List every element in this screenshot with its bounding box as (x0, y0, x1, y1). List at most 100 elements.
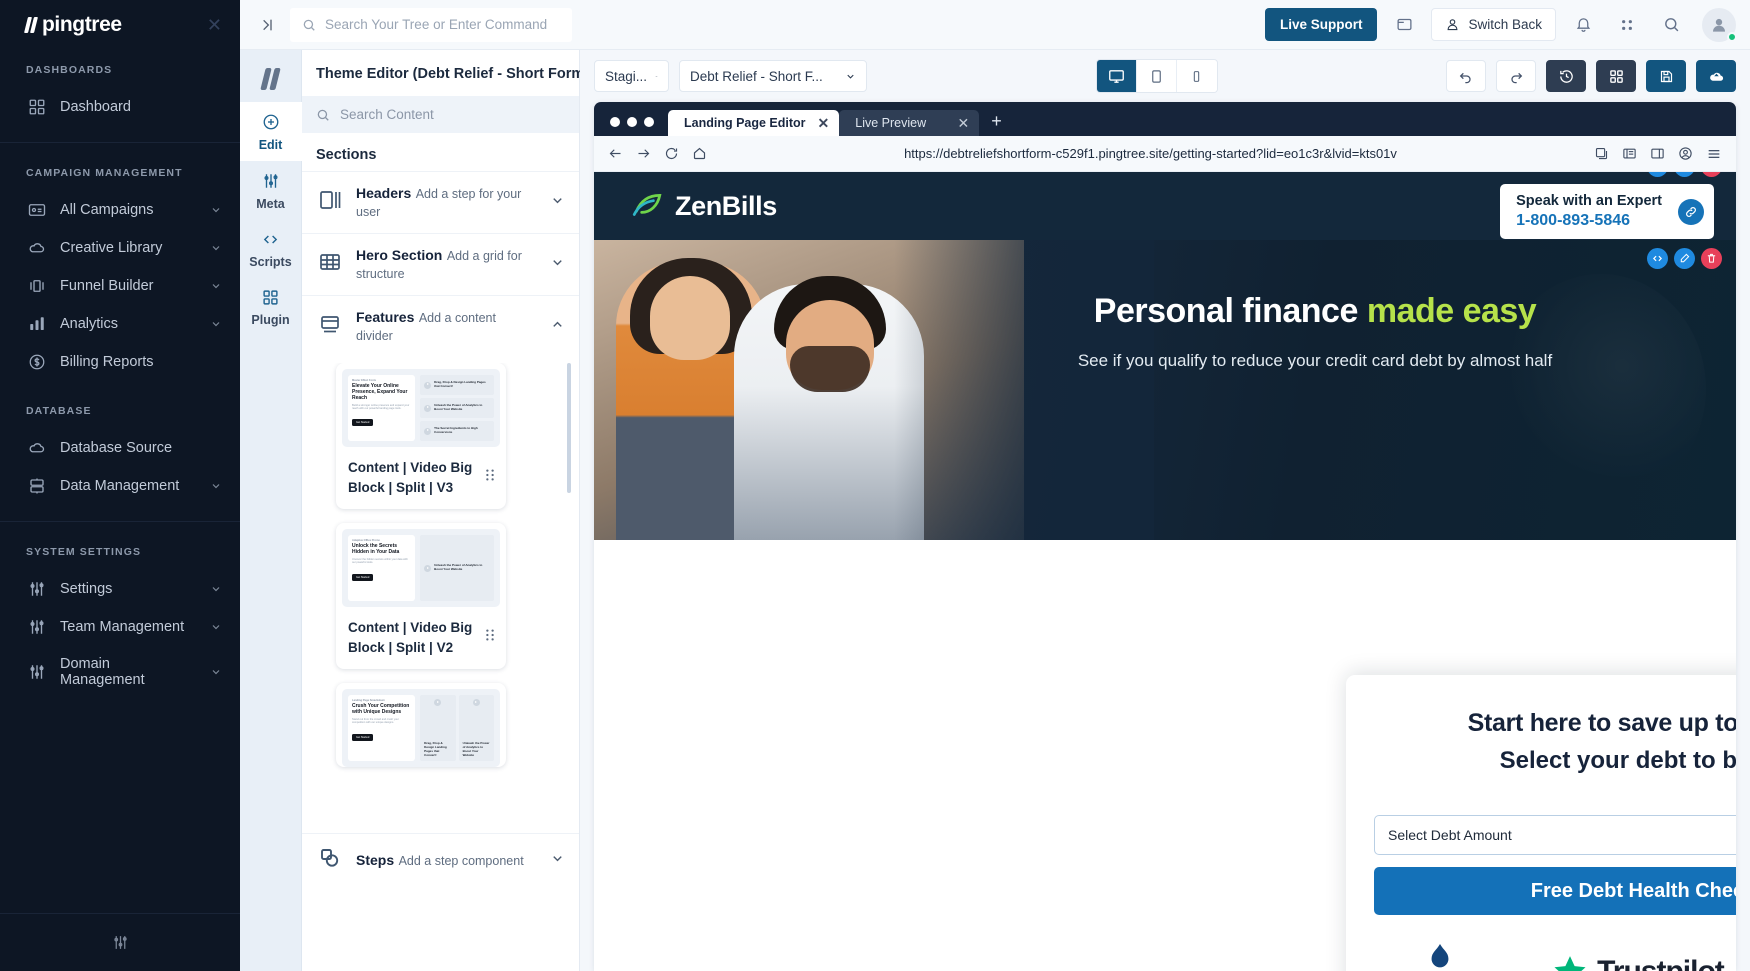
window-controls[interactable] (604, 117, 668, 136)
sidebar-icon[interactable] (1650, 146, 1665, 161)
reader-icon[interactable] (1622, 146, 1637, 161)
chevron-down-icon[interactable] (550, 851, 565, 871)
drag-handle-icon[interactable] (484, 468, 496, 487)
copy-icon[interactable] (1594, 146, 1609, 161)
debt-amount-value: Select Debt Amount (1388, 827, 1512, 843)
chevron-down-icon[interactable] (210, 242, 222, 254)
chevron-down-icon[interactable] (210, 480, 222, 492)
redo-button[interactable] (1496, 60, 1536, 92)
new-tab-button[interactable]: + (979, 111, 1014, 136)
content-search-input[interactable]: Search Content (302, 96, 579, 133)
database-icon (28, 477, 46, 495)
menu-icon[interactable] (1706, 146, 1722, 162)
chevron-down-icon[interactable] (210, 621, 222, 633)
sidebar-item-domain-management[interactable]: Domain Management (0, 646, 240, 698)
save-button[interactable] (1646, 60, 1686, 92)
rail-item-scripts[interactable]: Scripts (240, 220, 302, 278)
live-support-button[interactable]: Live Support (1264, 8, 1378, 41)
debt-amount-select[interactable]: Select Debt Amount (1374, 815, 1736, 855)
list-item[interactable]: Landing Page Smackdown Crush Your Compet… (336, 683, 506, 768)
chevron-down-icon[interactable] (210, 280, 222, 292)
forward-icon[interactable] (636, 146, 651, 161)
card-preview: Master Effect Fonts Elevate Your Online … (342, 369, 500, 447)
card-name: Content | Video Big Block | Split | V3 (348, 460, 473, 495)
chevron-down-icon[interactable] (550, 193, 565, 213)
components-button[interactable] (1596, 60, 1636, 92)
speak-with-expert-box[interactable]: Speak with an Expert 1-800-893-5846 (1500, 184, 1714, 240)
back-icon[interactable] (608, 146, 623, 161)
sidebar-item-billing-reports[interactable]: Billing Reports (0, 343, 240, 381)
rail-item-edit[interactable]: Edit (239, 102, 302, 161)
browser-tab-live-preview[interactable]: Live Preview ✕ (839, 110, 980, 136)
apps-grid-icon[interactable] (1610, 8, 1644, 42)
chevron-up-icon[interactable] (550, 317, 565, 337)
browser-tab-landing-page-editor[interactable]: Landing Page Editor ✕ (668, 110, 840, 136)
mobile-view[interactable] (1176, 60, 1217, 92)
sidebar-item-all-campaigns[interactable]: All Campaigns (0, 191, 240, 229)
sidebar-item-dashboard[interactable]: Dashboard (0, 88, 240, 126)
phone-link-icon (1678, 198, 1704, 225)
collapse-panel-icon[interactable] (254, 12, 280, 38)
window-icon[interactable] (1387, 8, 1421, 42)
section-headers[interactable]: Headers Add a step for your user (302, 171, 579, 233)
home-icon[interactable] (692, 146, 707, 161)
sliders-icon (113, 936, 127, 949)
sidebar-item-analytics[interactable]: Analytics (0, 305, 240, 343)
switch-back-button[interactable]: Switch Back (1431, 8, 1556, 41)
rail-item-plugin[interactable]: Plugin (240, 278, 302, 336)
sidebar-item-settings[interactable]: Settings (0, 570, 240, 608)
list-item[interactable]: Adaptive Office Promo Unlock the Secrets… (336, 523, 506, 670)
publish-button[interactable] (1696, 60, 1736, 92)
chevron-down-icon[interactable] (210, 318, 222, 330)
search-input[interactable]: Search Your Tree or Enter Command (290, 7, 572, 42)
cards-scrollbar[interactable] (567, 363, 571, 493)
section-steps[interactable]: Steps Add a step component (302, 833, 579, 887)
list-item[interactable]: Master Effect Fonts Elevate Your Online … (336, 363, 506, 510)
delete-icon[interactable] (1701, 248, 1722, 269)
sidebar-item-creative-library[interactable]: Creative Library (0, 229, 240, 267)
brand-logo[interactable]: pingtree (24, 13, 122, 37)
rail-item-meta[interactable]: Meta (240, 161, 302, 220)
chevron-down-icon[interactable] (210, 583, 222, 595)
section-hero[interactable]: Hero Section Add a grid for structure (302, 233, 579, 295)
undo-button[interactable] (1446, 60, 1486, 92)
sidebar-item-funnel-builder[interactable]: Funnel Builder (0, 267, 240, 305)
play-icon (424, 427, 432, 435)
code-icon[interactable] (1647, 248, 1668, 269)
edit-icon[interactable] (1674, 248, 1695, 269)
drag-handle-icon[interactable] (484, 628, 496, 647)
status-badge (1727, 31, 1737, 42)
edit-icon[interactable] (1674, 172, 1695, 177)
sidebar-item-team-management[interactable]: Team Management (0, 608, 240, 646)
search-icon[interactable] (1654, 8, 1688, 42)
card-preview: Landing Page Smackdown Crush Your Compet… (342, 689, 500, 768)
history-icon (1559, 69, 1573, 83)
close-icon[interactable]: ✕ (818, 116, 830, 130)
chevron-down-icon[interactable] (210, 666, 222, 678)
page-select[interactable]: Debt Relief - Short F... (679, 60, 867, 92)
environment-select[interactable]: Stagi... (594, 60, 669, 92)
search-icon (303, 19, 315, 31)
close-icon[interactable]: ✕ (958, 116, 970, 130)
chevron-down-icon[interactable] (550, 255, 565, 275)
delete-icon[interactable] (1701, 172, 1722, 177)
free-debt-health-check-button[interactable]: Free Debt Health Check (1374, 867, 1736, 915)
sidebar-group-system: SYSTEM SETTINGS Settings Team Management (0, 532, 240, 708)
bell-icon[interactable] (1566, 8, 1600, 42)
zenbills-logo[interactable]: ZenBills (630, 189, 777, 223)
sidebar-item-database-source[interactable]: Database Source (0, 429, 240, 467)
sidebar-item-data-management[interactable]: Data Management (0, 467, 240, 505)
desktop-view[interactable] (1096, 60, 1137, 92)
url-text[interactable]: https://debtreliefshortform-c529f1.pingt… (719, 146, 1582, 161)
tablet-view[interactable] (1136, 60, 1177, 92)
chevron-down-icon[interactable] (210, 204, 222, 216)
account-icon[interactable] (1678, 146, 1693, 161)
section-features[interactable]: Features Add a content divider (302, 295, 579, 357)
avatar[interactable] (1702, 7, 1737, 42)
sidebar-footer-toggle[interactable] (0, 913, 240, 971)
card-preview-left: Landing Page Smackdown Crush Your Compet… (348, 695, 416, 762)
reload-icon[interactable] (664, 146, 679, 161)
code-icon[interactable] (1647, 172, 1668, 177)
history-button[interactable] (1546, 60, 1586, 92)
close-icon[interactable]: ✕ (207, 16, 222, 34)
